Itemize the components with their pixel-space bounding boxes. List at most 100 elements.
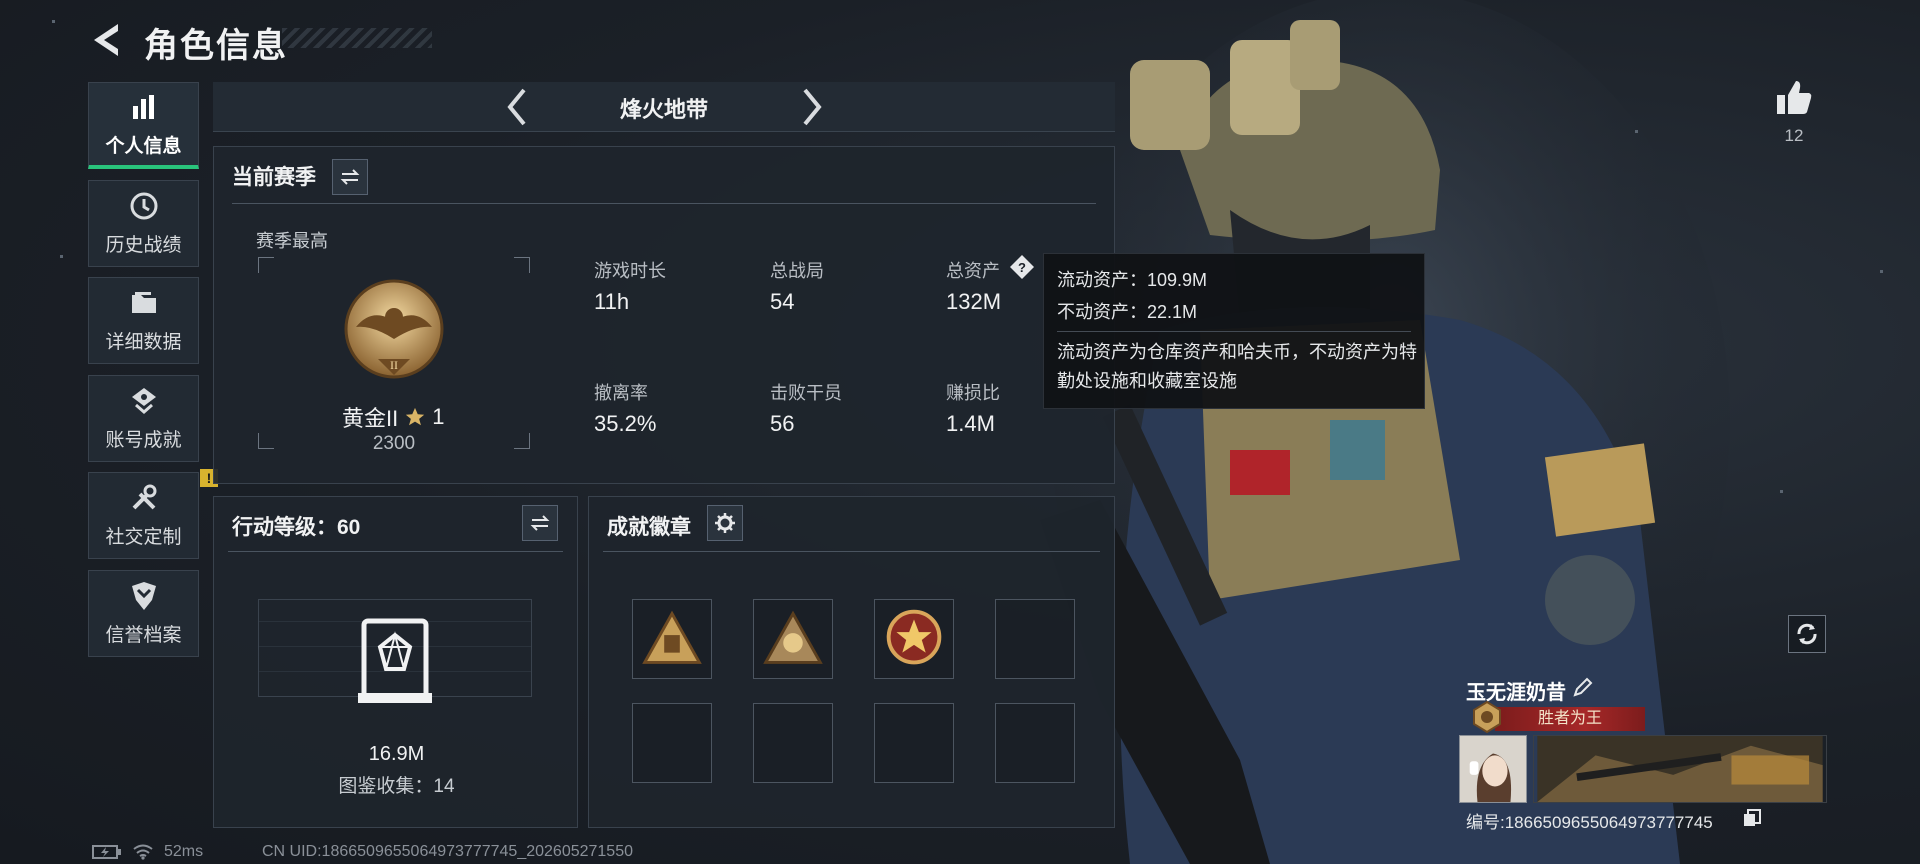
svg-text:?: ? (1018, 260, 1026, 275)
achievement-icon (131, 388, 156, 414)
edit-pencil-icon[interactable] (1572, 676, 1594, 698)
uid-line: CN UID:1866509655064973777745_2026052715… (262, 843, 633, 860)
next-arrow-icon[interactable] (791, 86, 831, 128)
collection-case-icon[interactable] (358, 617, 432, 705)
sidebar-item-label: 个人信息 (105, 135, 182, 157)
profile-banner[interactable] (1533, 735, 1827, 803)
wifi-icon (133, 844, 153, 860)
star-icon (406, 407, 425, 426)
copy-icon[interactable] (1742, 808, 1762, 828)
triangle-badge-icon (642, 610, 702, 664)
title-emblem-icon (1473, 700, 1501, 734)
gold-rank-emblem-icon: II (344, 279, 444, 379)
sidebar-item-label: 信誉档案 (105, 625, 182, 646)
assets-tooltip: 流动资产：109.9M 不动资产：22.1M 流动资产为仓库资产和哈夫币，不动资… (1043, 253, 1425, 409)
badge-slot-empty[interactable] (753, 703, 833, 783)
stat-label-kills: 击败干员 (770, 383, 842, 403)
action-level-heading: 行动等级：60 (232, 516, 361, 539)
player-id: 编号:1866509655064973777745 (1466, 813, 1713, 832)
collection-value: 16.9M (368, 743, 425, 765)
stat-value-kills: 56 (770, 411, 795, 436)
star-medal-badge-icon (886, 609, 942, 665)
frame-corner (514, 257, 530, 273)
title-decoration (282, 28, 432, 48)
svg-text:II: II (390, 358, 398, 372)
sidebar-item-reputation[interactable]: 信誉档案 (88, 570, 199, 657)
divider (232, 203, 1096, 204)
sidebar-item-label: 账号成就 (105, 430, 182, 451)
divider (228, 551, 563, 552)
sidebar-item-achievements[interactable]: 账号成就 (88, 375, 199, 462)
status-bar: 52ms (92, 843, 203, 861)
help-icon[interactable]: ? (1008, 253, 1036, 281)
stat-value-total-assets: 132M (946, 289, 1002, 314)
battery-icon (92, 845, 121, 859)
rank-points: 2300 (372, 433, 416, 454)
sidebar-item-label: 社交定制 (105, 527, 182, 548)
collection-count: 图鉴收集：14 (338, 776, 455, 797)
tools-icon (132, 484, 156, 510)
bar-chart-icon (132, 94, 154, 119)
like-count: 12 (1784, 126, 1804, 145)
back-arrow-icon[interactable] (88, 20, 128, 60)
gear-icon (715, 513, 735, 533)
stat-value-total-matches: 54 (770, 289, 795, 314)
stat-label-profit-ratio: 赚损比 (946, 383, 1000, 403)
divider (1057, 331, 1411, 332)
stat-value-profit-ratio: 1.4M (946, 411, 995, 436)
badge-settings-button[interactable] (707, 505, 743, 541)
badge-slot[interactable] (632, 599, 712, 679)
season-panel: 当前赛季 赛季最高 II 黄金II 1 2300 游戏时长 11h 总战局 54… (213, 146, 1115, 484)
action-level-panel: 行动等级：60 16.9M 图鉴收集：14 (213, 496, 578, 828)
game-mode-tabbar: 烽火地带 (213, 82, 1115, 132)
badge-slot-empty[interactable] (632, 703, 712, 783)
stat-value-play-time: 11h (594, 289, 630, 314)
stat-label-play-time: 游戏时长 (594, 261, 666, 281)
tooltip-fixed-assets: 不动资产：22.1M (1057, 302, 1198, 322)
frame-corner (514, 433, 530, 449)
season-heading: 当前赛季 (232, 166, 316, 189)
shield-icon (131, 582, 156, 610)
badge-slot[interactable] (874, 599, 954, 679)
stat-value-extraction-rate: 35.2% (594, 411, 657, 436)
sidebar-item-details[interactable]: 详细数据 (88, 277, 199, 364)
ping-value: 52ms (164, 843, 204, 860)
badge-slot-empty[interactable] (874, 703, 954, 783)
sidebar-item-social[interactable]: 社交定制 ! (88, 469, 218, 559)
thumbs-up-icon[interactable] (1774, 78, 1814, 118)
stat-label-total-matches: 总战局 (770, 261, 824, 281)
sidebar-item-history[interactable]: 历史战绩 (88, 180, 199, 267)
clock-icon (130, 192, 157, 220)
refresh-icon (1797, 623, 1817, 645)
achievement-badges-panel: 成就徽章 (588, 496, 1115, 828)
page-title: 角色信息 (144, 27, 288, 65)
badge-slot-empty[interactable] (995, 599, 1075, 679)
sidebar-item-personal-info[interactable]: 个人信息 (88, 82, 199, 169)
badge-slot[interactable] (753, 599, 833, 679)
refresh-button[interactable] (1788, 615, 1826, 653)
avatar-image (1460, 736, 1526, 802)
banner-image (1537, 736, 1823, 802)
tooltip-description: 流动资产为仓库资产和哈夫币，不动资产为特勤处设施和收藏室设施 (1057, 342, 1417, 391)
swap-icon (530, 515, 550, 531)
badge-slot-empty[interactable] (995, 703, 1075, 783)
stat-label-extraction-rate: 撤离率 (594, 383, 648, 403)
sidebar-item-label: 历史战绩 (105, 235, 182, 256)
swap-icon (340, 169, 360, 185)
action-level-swap-button[interactable] (522, 505, 558, 541)
game-mode-title: 烽火地带 (619, 97, 708, 122)
rank-stars: 1 (432, 404, 445, 429)
folder-icon (131, 292, 156, 313)
player-title-tag: 胜者为王 (1495, 707, 1645, 731)
avatar[interactable] (1459, 735, 1527, 803)
season-best-label: 赛季最高 (256, 231, 328, 251)
frame-corner (258, 257, 274, 273)
rank-row: 黄金II 1 (342, 401, 444, 433)
medal-badge-icon (763, 610, 823, 664)
divider (603, 551, 1100, 552)
season-swap-button[interactable] (332, 159, 368, 195)
stat-label-total-assets: 总资产 (946, 261, 1000, 281)
tooltip-liquid-assets: 流动资产：109.9M (1057, 270, 1208, 290)
sidebar-item-label: 详细数据 (105, 332, 182, 353)
rank-name: 黄金II (342, 406, 399, 431)
